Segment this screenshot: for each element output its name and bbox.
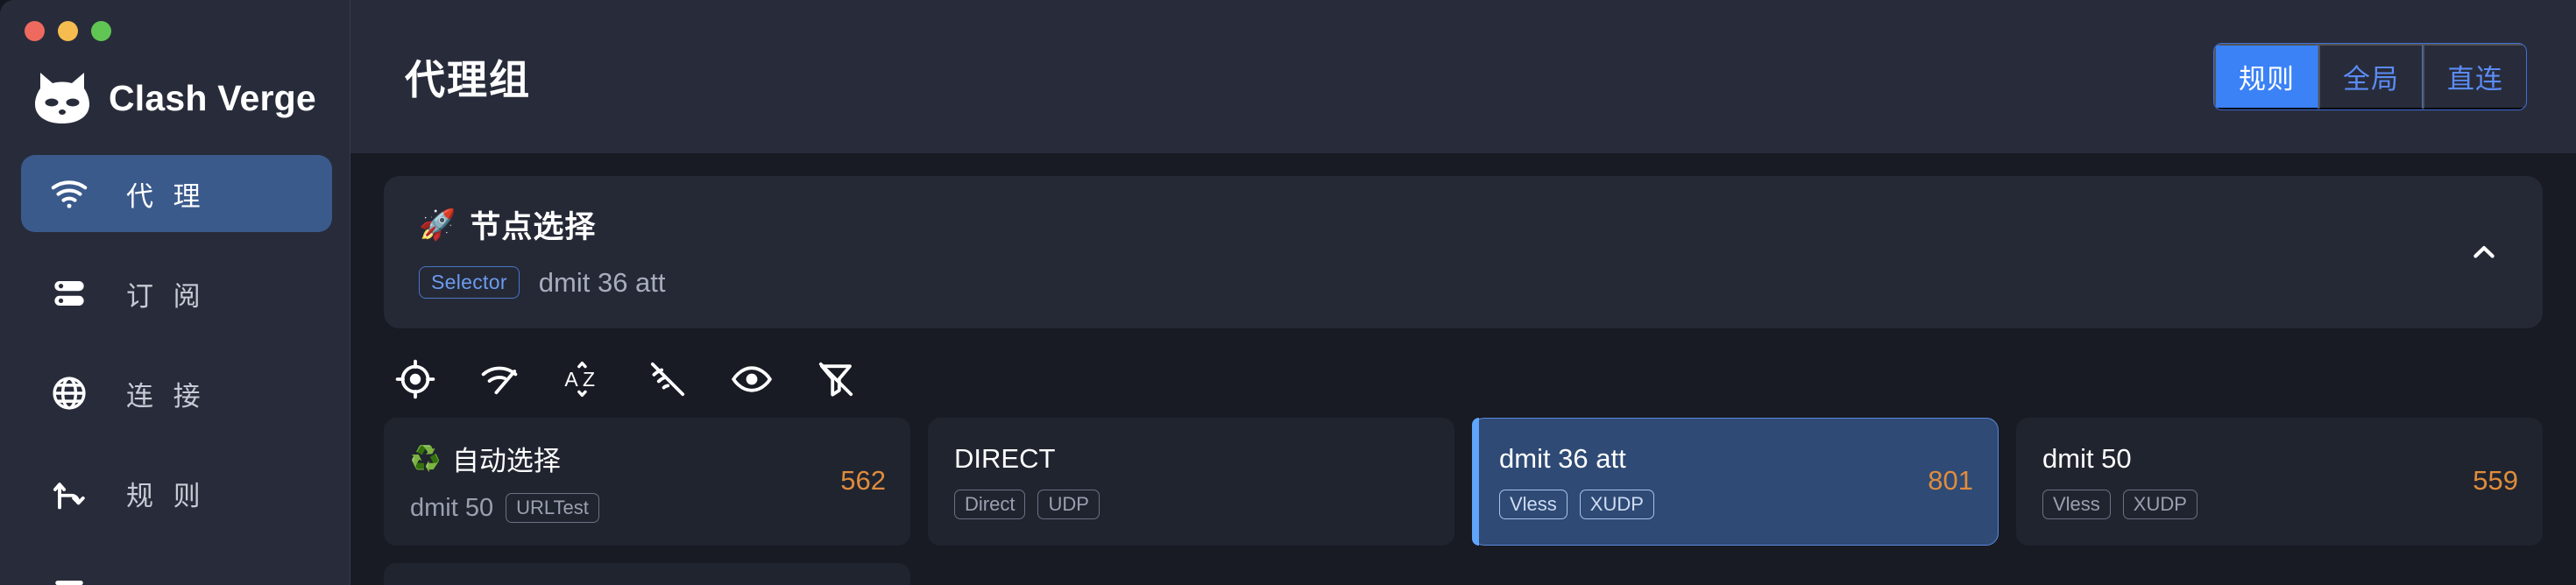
chevron-up-icon[interactable] (2464, 232, 2504, 272)
server-icon (49, 273, 89, 314)
proxy-card-body: DIRECT Direct UDP (954, 443, 1414, 519)
proxy-meta-row: Vless XUDP (1499, 489, 1912, 519)
group-type-badge: Selector (419, 266, 520, 299)
app-brand: Clash Verge (0, 41, 350, 125)
mode-toggle-group: 规则 全局 直连 (2213, 43, 2527, 110)
filter-off-icon[interactable] (811, 355, 860, 404)
recycle-icon: ♻️ (410, 444, 441, 472)
proxy-name: DIRECT (954, 442, 1056, 474)
proxy-card-direct[interactable]: DIRECT Direct UDP (928, 418, 1454, 546)
zoom-window-button[interactable] (91, 21, 111, 41)
eye-icon[interactable] (727, 355, 776, 404)
sidebar-label-rules: 规 则 (126, 480, 207, 511)
proxy-delay[interactable]: 801 (1928, 465, 1973, 497)
route-icon (49, 473, 89, 513)
speedtest-icon[interactable] (475, 355, 524, 404)
sidebar-nav: 代 理 订 阅 连 接 规 则 (0, 155, 350, 585)
sidebar: Clash Verge 代 理 订 阅 连 接 规 则 (0, 0, 350, 585)
proxy-name: dmit 50 (2042, 442, 2132, 474)
proxy-meta-row: Direct UDP (954, 489, 1414, 519)
rocket-icon: 🚀 (419, 208, 456, 242)
svg-text:Z: Z (583, 368, 595, 391)
main-area: 代理组 规则 全局 直连 🚀 节点选择 Selector dmit 36 att (350, 0, 2576, 585)
page-title: 代理组 (405, 56, 531, 102)
cat-logo-icon (33, 71, 91, 125)
wifi-off-icon[interactable] (643, 355, 692, 404)
mode-button-global[interactable]: 全局 (2318, 44, 2423, 109)
proxy-card-dmit-36-att[interactable]: dmit 36 att Vless XUDP 801 (1472, 418, 1999, 546)
proxy-chip: Direct (954, 489, 1026, 519)
proxy-chip: Vless (2042, 489, 2111, 519)
proxy-delay[interactable]: 562 (840, 465, 886, 497)
proxy-current: dmit 50 (410, 493, 494, 522)
globe-icon (49, 373, 89, 413)
mode-button-rule[interactable]: 规则 (2214, 44, 2318, 109)
proxy-meta-row: dmit 50 URLTest (410, 493, 824, 523)
sidebar-label-profiles: 订 阅 (126, 280, 207, 312)
sidebar-label-connections: 连 接 (126, 380, 207, 412)
sidebar-item-proxies[interactable]: 代 理 (21, 155, 332, 232)
sort-az-icon[interactable]: A Z (559, 355, 608, 404)
proxy-chip: Vless (1499, 489, 1568, 519)
proxy-name: 自动选择 (451, 446, 561, 476)
proxy-delay[interactable]: 559 (2473, 465, 2518, 497)
proxy-chip: URLTest (506, 493, 599, 523)
proxy-chip: UDP (1037, 489, 1100, 519)
group-subtitle-row: Selector dmit 36 att (419, 266, 2508, 299)
proxy-group-header[interactable]: 🚀 节点选择 Selector dmit 36 att (384, 176, 2543, 328)
proxy-card-dmit-50-att[interactable]: dmit 50 att Vless XUDP 715 (384, 563, 910, 585)
proxy-card-body: ♻️ 自动选择 dmit 50 URLTest (410, 439, 824, 523)
proxy-name-row: dmit 36 att (1499, 443, 1912, 475)
list-icon (49, 573, 89, 585)
sidebar-item-logs[interactable] (21, 554, 332, 585)
sidebar-item-connections[interactable]: 连 接 (21, 355, 332, 432)
proxy-name: dmit 36 att (1499, 442, 1626, 474)
proxy-chip: XUDP (2122, 489, 2197, 519)
proxy-card-body: dmit 50 Vless XUDP (2042, 443, 2457, 519)
wifi-icon (49, 173, 89, 214)
svg-text:A: A (564, 368, 578, 391)
group-name: 节点选择 (470, 210, 597, 244)
proxy-toolbar: A Z (384, 328, 2543, 404)
proxy-name-row: dmit 50 (2042, 443, 2457, 475)
minimize-window-button[interactable] (58, 21, 78, 41)
proxy-chip: XUDP (1579, 489, 1654, 519)
proxy-name-row: ♻️ 自动选择 (410, 439, 824, 478)
window-traffic-lights (0, 0, 350, 41)
app-title: Clash Verge (109, 77, 316, 118)
sidebar-item-rules[interactable]: 规 则 (21, 455, 332, 532)
mode-button-direct[interactable]: 直连 (2423, 44, 2526, 109)
sidebar-label-proxies: 代 理 (126, 180, 207, 212)
proxy-content: 🚀 节点选择 Selector dmit 36 att A Z ♻️ 自动选择 … (350, 153, 2576, 585)
proxy-card-auto-select[interactable]: ♻️ 自动选择 dmit 50 URLTest 562 (384, 418, 910, 546)
proxy-meta-row: Vless XUDP (2042, 489, 2457, 519)
page-header: 代理组 规则 全局 直连 (350, 0, 2576, 153)
proxy-card-dmit-50[interactable]: dmit 50 Vless XUDP 559 (2016, 418, 2543, 546)
locate-icon[interactable] (391, 355, 440, 404)
group-title-row: 🚀 节点选择 (419, 202, 2508, 247)
proxy-card-body: dmit 36 att Vless XUDP (1499, 443, 1912, 519)
app-window: Clash Verge 代 理 订 阅 连 接 规 则 代理组 规则 全局 直连… (0, 0, 2576, 585)
proxy-list: ♻️ 自动选择 dmit 50 URLTest 562 DIRECT Direc… (384, 404, 2543, 585)
close-window-button[interactable] (25, 21, 45, 41)
group-current-proxy: dmit 36 att (538, 266, 666, 298)
sidebar-item-profiles[interactable]: 订 阅 (21, 255, 332, 332)
proxy-name-row: DIRECT (954, 443, 1414, 475)
